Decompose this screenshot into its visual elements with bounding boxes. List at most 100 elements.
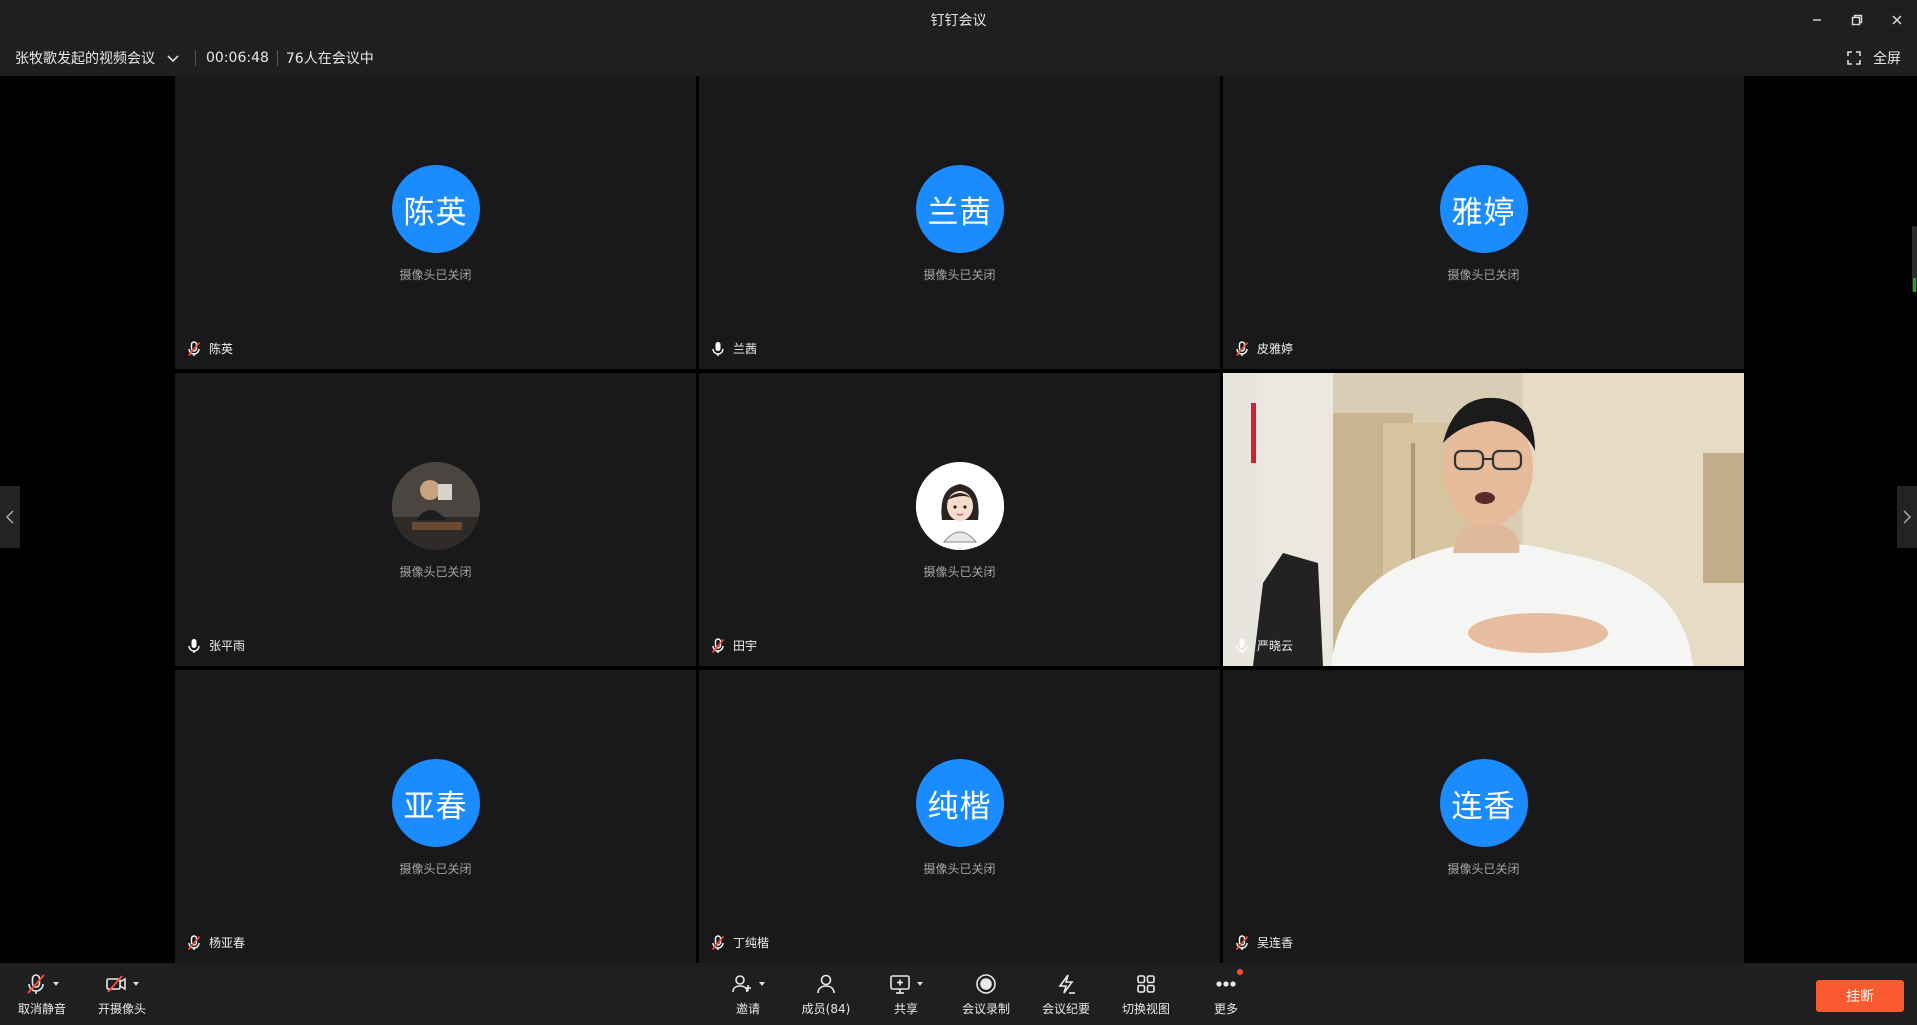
mic-muted-icon xyxy=(711,637,725,653)
participant-name: 皮雅婷 xyxy=(1257,342,1294,356)
caret-down-icon[interactable] xyxy=(917,982,923,986)
minutes-button[interactable]: 会议纪要 xyxy=(1026,971,1106,1019)
camera-off-status: 摄像头已关闭 xyxy=(923,862,996,876)
camera-label: 开摄像头 xyxy=(97,1002,146,1016)
participant-name-tag: 田宇 xyxy=(711,637,757,654)
participant-tile[interactable]: 陈英 摄像头已关闭 陈英 xyxy=(175,76,696,369)
divider xyxy=(195,49,196,66)
mic-icon xyxy=(188,638,200,653)
share-button[interactable]: 共享 xyxy=(866,971,946,1019)
participant-grid: 陈英 摄像头已关闭 陈英 兰茜 摄像头已关闭 兰茜 雅婷 摄像头已关闭 皮雅婷 xyxy=(175,76,1744,963)
participant-name-tag: 陈英 xyxy=(187,340,233,357)
participant-name: 陈英 xyxy=(209,342,234,356)
mic-muted-icon xyxy=(187,340,201,356)
participant-name-tag: 杨亚春 xyxy=(187,934,245,951)
participant-tile[interactable]: 兰茜 摄像头已关闭 兰茜 xyxy=(699,76,1220,369)
divider xyxy=(276,49,278,66)
prev-page-button[interactable] xyxy=(0,486,20,548)
minimize-button[interactable] xyxy=(1797,0,1837,39)
chevron-right-icon xyxy=(1903,510,1912,524)
camera-off-icon xyxy=(106,975,126,993)
fullscreen-icon xyxy=(1847,50,1861,65)
camera-off-status: 摄像头已关闭 xyxy=(1447,268,1520,282)
avatar: 兰茜 xyxy=(915,165,1004,253)
participant-video-tile[interactable]: 严晓云 xyxy=(1223,373,1744,666)
participant-tile[interactable]: 摄像头已关闭 田宇 xyxy=(699,373,1220,666)
record-button[interactable]: 会议录制 xyxy=(946,971,1026,1019)
minimize-icon xyxy=(1813,18,1821,21)
video-feed xyxy=(1223,373,1744,666)
participant-tile[interactable]: 纯楷 摄像头已关闭 丁纯楷 xyxy=(699,670,1220,963)
cartoon-avatar-image xyxy=(915,462,1004,550)
user-icon xyxy=(817,974,835,994)
fullscreen-label: 全屏 xyxy=(1873,50,1901,67)
participant-name-tag: 丁纯楷 xyxy=(711,934,769,951)
window-title: 钉钉会议 xyxy=(930,12,987,29)
next-page-button[interactable] xyxy=(1897,486,1917,548)
camera-off-status: 摄像头已关闭 xyxy=(923,268,996,282)
window-titlebar: 钉钉会议 xyxy=(0,0,1917,39)
participant-name: 张平雨 xyxy=(209,639,246,653)
avatar: 纯楷 xyxy=(915,759,1004,847)
participant-tile[interactable]: 雅婷 摄像头已关闭 皮雅婷 xyxy=(1223,76,1744,369)
meeting-duration: 00:06:48 xyxy=(206,49,269,66)
participant-name-tag: 严晓云 xyxy=(1235,637,1293,654)
participant-name: 丁纯楷 xyxy=(733,936,770,950)
mic-muted-icon xyxy=(1235,934,1249,950)
restore-button[interactable] xyxy=(1837,0,1877,39)
participant-tile[interactable]: 连香 摄像头已关闭 吴连香 xyxy=(1223,670,1744,963)
window-controls xyxy=(1797,0,1917,39)
mic-muted-icon xyxy=(711,934,725,950)
mic-muted-icon xyxy=(187,934,201,950)
participant-name: 吴连香 xyxy=(1257,936,1294,950)
participant-tile[interactable]: 摄像头已关闭 张平雨 xyxy=(175,373,696,666)
minutes-label: 会议纪要 xyxy=(1041,1002,1090,1016)
camera-off-status: 摄像头已关闭 xyxy=(1447,862,1520,876)
fullscreen-button[interactable]: 全屏 xyxy=(1847,39,1901,76)
avatar: 亚春 xyxy=(391,759,480,847)
caret-down-icon[interactable] xyxy=(53,982,59,986)
meeting-info-bar: 张牧歌发起的视频会议 00:06:48 76人在会议中 全屏 xyxy=(0,39,1917,76)
switch-view-label: 切换视图 xyxy=(1121,1002,1170,1016)
chevron-down-icon xyxy=(167,54,179,62)
camera-off-status: 摄像头已关闭 xyxy=(923,565,996,579)
audio-level-indicator xyxy=(1912,226,1917,292)
members-label: 成员(84) xyxy=(801,1002,851,1016)
members-button[interactable]: 成员(84) xyxy=(786,971,866,1019)
camera-off-status: 摄像头已关闭 xyxy=(399,565,472,579)
meeting-name-dropdown[interactable]: 张牧歌发起的视频会议 xyxy=(0,48,181,68)
profile-photo xyxy=(391,462,480,550)
meeting-name: 张牧歌发起的视频会议 xyxy=(15,50,155,67)
caret-down-icon[interactable] xyxy=(133,982,139,986)
lightning-icon xyxy=(1058,974,1075,994)
invite-button[interactable]: 邀请 xyxy=(708,971,788,1019)
camera-off-status: 摄像头已关闭 xyxy=(399,862,472,876)
switch-view-button[interactable]: 切换视图 xyxy=(1106,971,1186,1019)
more-button[interactable]: 更多 xyxy=(1186,969,1266,1019)
video-stage: 陈英 摄像头已关闭 陈英 兰茜 摄像头已关闭 兰茜 雅婷 摄像头已关闭 皮雅婷 xyxy=(0,76,1917,963)
close-button[interactable] xyxy=(1877,0,1917,39)
close-icon xyxy=(1892,15,1902,24)
record-label: 会议录制 xyxy=(961,1002,1010,1016)
unmute-label: 取消静音 xyxy=(17,1002,66,1016)
caret-down-icon[interactable] xyxy=(759,982,765,986)
participant-name-tag: 兰茜 xyxy=(711,340,757,357)
hangup-button[interactable]: 挂断 xyxy=(1816,980,1904,1012)
invite-label: 邀请 xyxy=(735,1002,760,1016)
avatar xyxy=(915,462,1004,550)
avatar: 雅婷 xyxy=(1439,165,1528,253)
participant-name: 严晓云 xyxy=(1257,639,1294,653)
camera-button[interactable]: 开摄像头 xyxy=(82,971,162,1019)
avatar xyxy=(391,462,480,550)
participant-tile[interactable]: 亚春 摄像头已关闭 杨亚春 xyxy=(175,670,696,963)
mic-muted-icon xyxy=(27,974,45,994)
mic-icon xyxy=(1236,638,1248,653)
notification-dot xyxy=(1237,969,1243,975)
mic-icon xyxy=(712,341,724,356)
record-icon xyxy=(976,974,996,994)
more-label: 更多 xyxy=(1213,1002,1238,1016)
screen-share-icon xyxy=(890,975,910,994)
more-icon xyxy=(1216,981,1236,987)
participant-name-tag: 张平雨 xyxy=(187,637,245,654)
unmute-button[interactable]: 取消静音 xyxy=(2,971,82,1019)
